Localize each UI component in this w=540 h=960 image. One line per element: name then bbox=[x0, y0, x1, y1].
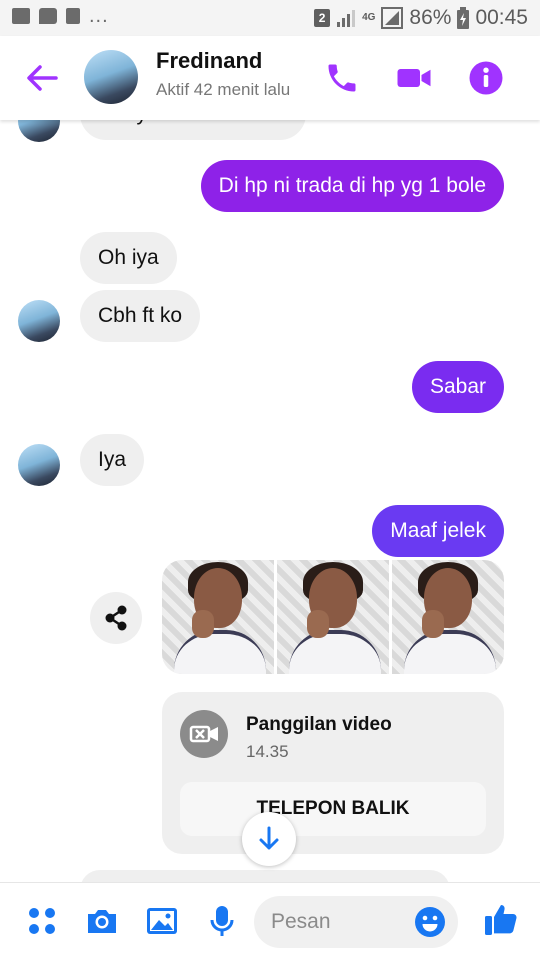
more-actions-button[interactable] bbox=[24, 903, 60, 939]
arrow-down-icon bbox=[259, 826, 279, 850]
video-call-button[interactable] bbox=[396, 60, 432, 96]
photo-thumbnail[interactable] bbox=[277, 560, 389, 674]
signal-icon bbox=[337, 10, 356, 27]
message-bubble-incoming[interactable]: Iya bbox=[80, 434, 145, 486]
thumbs-up-button[interactable] bbox=[482, 901, 518, 937]
message-bubble-incoming[interactable]: Oh iya bbox=[80, 232, 177, 284]
photo-thumbnail[interactable] bbox=[162, 560, 274, 674]
voice-record-button[interactable] bbox=[204, 903, 240, 939]
scroll-to-bottom-button[interactable] bbox=[242, 812, 296, 866]
back-arrow-icon bbox=[27, 65, 58, 91]
contact-avatar-small[interactable] bbox=[18, 444, 60, 486]
message-composer bbox=[0, 882, 540, 960]
battery-icon bbox=[457, 7, 470, 29]
signal-icon-2 bbox=[381, 7, 404, 29]
call-time: 14.35 bbox=[246, 742, 289, 761]
voice-call-button[interactable] bbox=[324, 60, 360, 96]
message-notification-icon bbox=[39, 8, 57, 24]
message-bubble-outgoing[interactable]: Di hp ni trada di hp yg 1 bole bbox=[200, 160, 504, 212]
contact-avatar-small[interactable] bbox=[18, 300, 60, 342]
conversation-info-button[interactable] bbox=[468, 60, 504, 96]
photo-attachments bbox=[162, 560, 504, 674]
gallery-notification-icon bbox=[12, 8, 30, 24]
call-title: Panggilan video bbox=[246, 714, 392, 735]
clock: 00:45 bbox=[475, 6, 528, 29]
message-bubble-outgoing[interactable]: Maaf jelek bbox=[372, 505, 504, 557]
sim-slot-badge: 2 bbox=[314, 9, 331, 27]
video-camera-icon bbox=[397, 69, 431, 87]
emoji-icon bbox=[415, 907, 445, 937]
camera-icon bbox=[88, 910, 116, 933]
more-notifications: ... bbox=[89, 5, 109, 27]
menu-dots-icon bbox=[29, 908, 55, 934]
contact-name[interactable]: Fredinand bbox=[156, 48, 262, 74]
missed-video-call-card: Panggilan video 14.35 TELEPON BALIK bbox=[162, 692, 504, 854]
network-type: 4G bbox=[362, 12, 376, 23]
missed-video-call-icon bbox=[180, 710, 228, 758]
call-back-button[interactable]: TELEPON BALIK bbox=[180, 782, 486, 836]
battery-percent: 86% bbox=[409, 6, 452, 29]
emoji-button[interactable] bbox=[414, 906, 446, 938]
info-icon bbox=[469, 61, 503, 95]
conversation-header: Fredinand Aktif 42 menit lalu bbox=[0, 36, 540, 120]
message-bubble-outgoing[interactable]: Sabar bbox=[411, 361, 504, 413]
microphone-icon bbox=[210, 906, 234, 936]
thumbs-up-icon bbox=[485, 905, 517, 935]
gallery-icon bbox=[147, 908, 177, 934]
back-button[interactable] bbox=[22, 60, 62, 96]
gallery-button[interactable] bbox=[144, 903, 180, 939]
message-bubble-incoming[interactable]: Cbh ft ko bbox=[80, 290, 201, 342]
presence-status: Aktif 42 menit lalu bbox=[156, 80, 291, 99]
phone-icon bbox=[328, 64, 356, 92]
sim-card-icon bbox=[66, 8, 80, 24]
share-button[interactable] bbox=[90, 592, 142, 644]
share-icon bbox=[105, 605, 127, 631]
photo-thumbnail[interactable] bbox=[392, 560, 504, 674]
status-bar: ... 2 4G 86% 00:45 bbox=[0, 0, 540, 36]
contact-avatar[interactable] bbox=[84, 50, 138, 104]
camera-button[interactable] bbox=[84, 903, 120, 939]
